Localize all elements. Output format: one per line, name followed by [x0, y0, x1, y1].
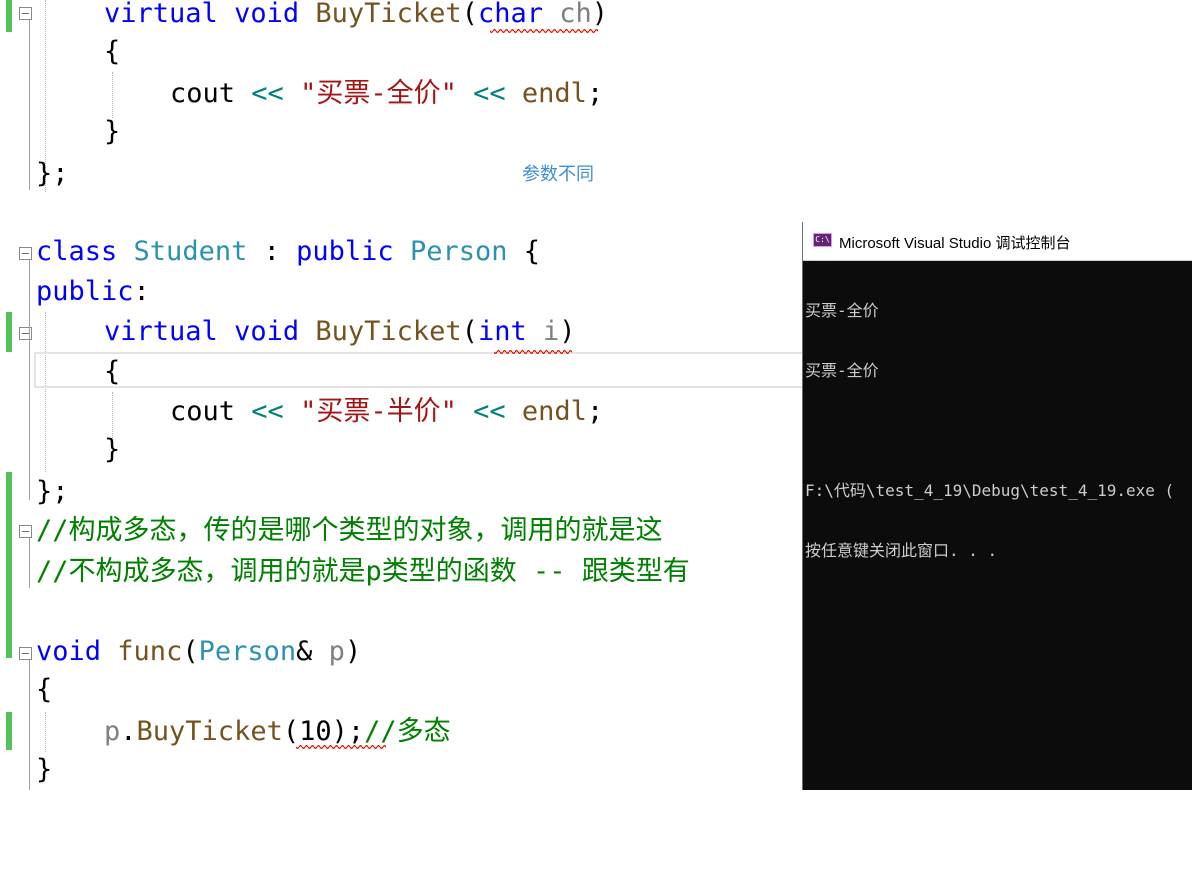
code-line[interactable]: cout << "买票-全价" << endl;: [0, 74, 1192, 114]
brace: {: [36, 674, 53, 705]
brace: {: [523, 236, 541, 267]
code-line[interactable]: }: [0, 112, 1192, 152]
parameter: ch: [559, 0, 592, 29]
console-app-icon: C:\: [813, 233, 832, 247]
keyword: class: [36, 236, 118, 267]
paren: (: [282, 716, 300, 747]
identifier: cout: [170, 396, 236, 427]
operator: <<: [473, 78, 506, 109]
keyword: virtual: [104, 316, 218, 347]
console-output[interactable]: 买票-全价 买票-全价 F:\代码\test_4_19\Debug\test_4…: [805, 261, 1191, 601]
brace: }: [104, 434, 121, 465]
colon: :: [133, 276, 150, 307]
dot: .: [120, 716, 137, 747]
brace: }: [104, 116, 121, 147]
paren: (: [461, 316, 478, 347]
function-name: func: [117, 636, 183, 667]
class-end: };: [36, 158, 69, 189]
function-name: endl: [521, 396, 587, 427]
code-line[interactable]: };: [0, 154, 1192, 194]
keyword: void: [36, 636, 102, 667]
keyword: public: [296, 236, 394, 267]
paren: ): [344, 636, 362, 667]
type-name: Person: [409, 236, 508, 267]
brace: }: [36, 754, 53, 785]
console-line: 买票-全价: [805, 301, 879, 320]
comment: //不构成多态，调用的就是p类型的函数 -- 跟类型有: [36, 556, 690, 587]
keyword: public: [36, 276, 134, 307]
keyword: void: [234, 0, 300, 29]
console-line: F:\代码\test_4_19\Debug\test_4_19.exe (: [805, 481, 1175, 500]
parameter: p: [328, 636, 345, 667]
function-name: endl: [521, 78, 587, 109]
paren: ): [559, 316, 576, 347]
ampersand: &: [296, 636, 313, 667]
annotation-note: 参数不同: [522, 164, 594, 184]
code-line[interactable]: {: [0, 32, 1192, 72]
comment: //构成多态，传的是哪个类型的对象，调用的就是这: [36, 515, 663, 546]
number-literal: 10: [299, 716, 332, 747]
console-line: 按任意键关闭此窗口. . .: [805, 541, 998, 560]
keyword: char: [477, 0, 543, 29]
type-name: Person: [198, 636, 297, 667]
console-line: 买票-全价: [805, 361, 879, 380]
error-squiggle[interactable]: [296, 745, 386, 749]
type-name: Student: [133, 236, 248, 267]
paren: (: [461, 0, 478, 29]
keyword: void: [234, 316, 300, 347]
keyword: int: [477, 316, 527, 347]
operator: <<: [473, 396, 506, 427]
string-literal: "买票-全价": [300, 78, 457, 109]
keyword: virtual: [104, 0, 218, 29]
paren: ): [331, 716, 348, 747]
brace: {: [104, 36, 121, 67]
parameter: i: [542, 316, 560, 347]
debug-console-window[interactable]: C:\ Microsoft Visual Studio 调试控制台 买票-全价 …: [802, 222, 1192, 790]
paren: (: [182, 636, 199, 667]
console-titlebar[interactable]: C:\ Microsoft Visual Studio 调试控制台: [803, 222, 1192, 261]
operator: <<: [251, 396, 284, 427]
operator: <<: [251, 78, 284, 109]
semicolon: ;: [586, 396, 604, 427]
identifier: cout: [170, 78, 236, 109]
comment: //多态: [364, 716, 451, 747]
string-literal: "买票-半价": [300, 396, 457, 427]
semicolon: ;: [347, 716, 365, 747]
class-end: };: [36, 476, 69, 507]
paren: ): [591, 0, 609, 29]
semicolon: ;: [586, 78, 604, 109]
function-name: BuyTicket: [315, 316, 462, 347]
parameter: p: [104, 716, 121, 747]
colon: :: [263, 236, 280, 267]
function-name: BuyTicket: [136, 716, 283, 747]
console-title: Microsoft Visual Studio 调试控制台: [839, 235, 1071, 252]
function-name: BuyTicket: [315, 0, 462, 29]
brace: {: [104, 356, 121, 387]
